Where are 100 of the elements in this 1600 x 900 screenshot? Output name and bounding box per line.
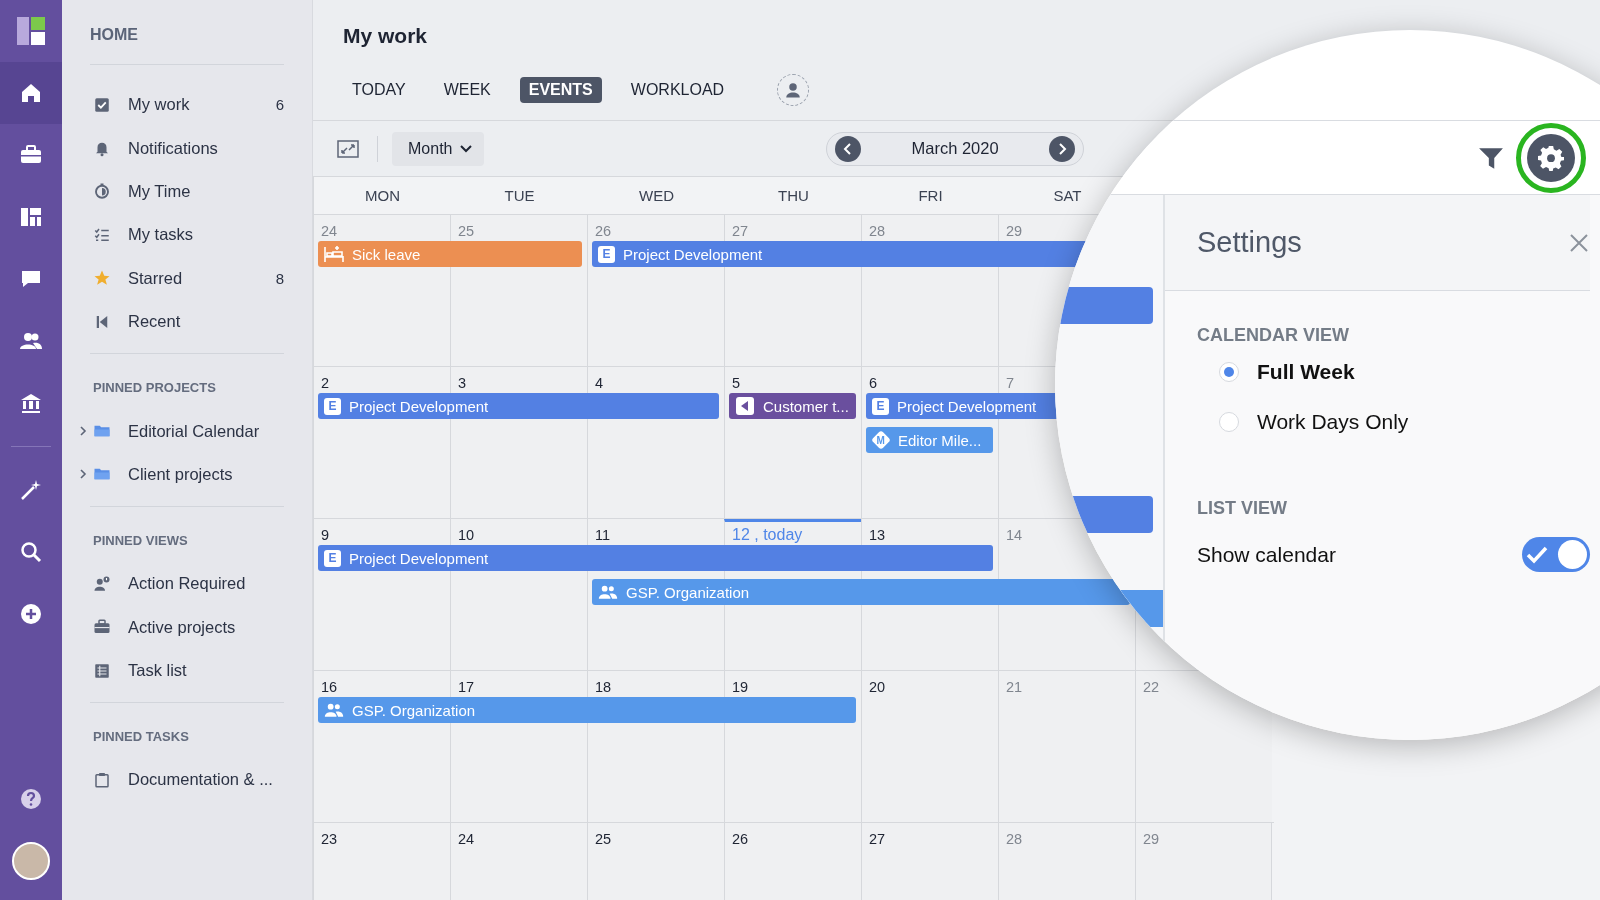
day-number: 28: [1006, 831, 1023, 847]
item-label: Starred: [128, 268, 184, 288]
item-label: Action Required: [128, 574, 247, 594]
radio-label: Full Week: [1257, 360, 1355, 384]
day-number: 29: [1006, 223, 1023, 239]
view-tab[interactable]: EVENTS: [519, 77, 602, 103]
weekday-header: TUE: [503, 186, 536, 206]
item-label: Task list: [128, 661, 188, 681]
toggle-switch[interactable]: [1522, 537, 1590, 572]
search-icon: [19, 540, 43, 564]
home-icon: [19, 81, 43, 105]
sidebar-item[interactable]: Task list: [90, 648, 284, 693]
chevron-icon[interactable]: [78, 426, 88, 437]
rail-home-button[interactable]: [0, 62, 62, 124]
event-badge: E: [324, 549, 341, 567]
user-avatar[interactable]: [12, 842, 50, 880]
view-tab[interactable]: TODAY: [343, 77, 415, 103]
sidebar-item[interactable]: Documentation & ...: [90, 758, 284, 802]
people-icon: [324, 701, 344, 719]
settings-section-heading: CALENDAR VIEW: [1197, 325, 1350, 346]
view-dropdown[interactable]: Month: [392, 131, 485, 166]
day-number: 24: [321, 223, 338, 239]
expand-icon[interactable]: [337, 137, 359, 160]
day-number: 9: [321, 527, 330, 543]
item-label: Client projects: [128, 464, 234, 484]
event-badge: E: [872, 397, 889, 415]
view-tab[interactable]: WEEK: [434, 77, 500, 103]
day-number: 27: [869, 831, 886, 847]
item-label: Active projects: [128, 617, 237, 637]
weekday-header: SAT: [1052, 186, 1083, 206]
day-number: 26: [732, 831, 749, 847]
section-heading: PINNED VIEWS: [92, 532, 189, 551]
day-number: 13: [869, 527, 886, 543]
event-bar[interactable]: E Project Development: [318, 545, 993, 571]
sidebar-item[interactable]: My work 6: [90, 83, 284, 127]
sidebar-item[interactable]: Client projects: [90, 452, 284, 497]
settings-title: Settings: [1197, 226, 1302, 259]
chevron-icon[interactable]: [78, 469, 88, 480]
day-number: 5: [732, 375, 741, 391]
sidebar-title: HOME: [90, 0, 284, 65]
event-bar[interactable]: E Project Development: [318, 393, 719, 419]
view-tab[interactable]: WORKLOAD: [621, 77, 734, 103]
day-number: 18: [595, 679, 612, 695]
checkbox-icon: [93, 95, 111, 114]
close-button[interactable]: [1568, 231, 1590, 254]
event-bar[interactable]: Customer t...: [729, 393, 856, 419]
weekday-header: THU: [777, 186, 810, 206]
day-number: 28: [869, 223, 886, 239]
day-number: 2: [321, 375, 330, 391]
period-label: March 2020: [911, 139, 999, 158]
day-number: 20: [869, 679, 886, 695]
settings-button[interactable]: [1527, 133, 1575, 182]
day-number: 19: [732, 679, 749, 695]
close-icon: [1568, 231, 1590, 254]
day-number: 27: [732, 223, 749, 239]
item-label: Recent: [128, 312, 182, 332]
stopwatch-icon: [93, 182, 111, 201]
flag-icon: [735, 397, 755, 415]
day-number: 12 , today: [732, 526, 803, 544]
weekday-header: WED: [638, 186, 675, 206]
sidebar-item[interactable]: Recent: [90, 299, 284, 344]
day-number: 29: [1143, 831, 1160, 847]
section-heading: PINNED TASKS: [92, 728, 190, 747]
previous-button[interactable]: [835, 135, 862, 162]
chevron-left-icon: [843, 142, 854, 155]
item-label: Documentation & ...: [128, 770, 274, 790]
item-label: My tasks: [128, 225, 195, 245]
sidebar-item[interactable]: Action Required: [90, 562, 284, 606]
weekday-header: FRI: [917, 186, 944, 206]
day-number: 23: [321, 831, 338, 847]
item-label: My work: [128, 95, 191, 115]
sidebar-item[interactable]: Editorial Calendar: [90, 409, 284, 453]
sidebar-item[interactable]: Active projects: [90, 605, 284, 649]
day-number: 21: [1006, 679, 1023, 695]
logo-icon[interactable]: [17, 17, 45, 45]
item-count: 8: [275, 269, 284, 287]
day-number: 22: [1143, 679, 1160, 695]
radio-button[interactable]: [1219, 362, 1239, 382]
sidebar-item[interactable]: My Time: [90, 169, 284, 214]
board-icon: [19, 205, 43, 229]
day-number: 11: [595, 527, 611, 543]
day-number: 25: [595, 831, 612, 847]
radio-button[interactable]: [1219, 412, 1239, 432]
item-count: 6: [275, 96, 284, 114]
day-number: 7: [1006, 375, 1015, 391]
caret-icon: [460, 144, 473, 153]
person-icon: [784, 81, 803, 99]
sidebar-item[interactable]: Notifications: [90, 126, 284, 170]
item-label: My Time: [128, 181, 192, 201]
sidebar-item[interactable]: My tasks: [90, 213, 284, 257]
day-number: 24: [458, 831, 475, 847]
sidebar-item[interactable]: Starred 8: [90, 256, 284, 300]
check-icon: [1525, 544, 1549, 565]
item-label: Notifications: [128, 138, 219, 158]
next-button[interactable]: [1048, 135, 1075, 162]
day-number: 3: [458, 375, 467, 391]
day-number: 10: [458, 527, 475, 543]
bank-icon: [19, 391, 43, 415]
people-icon: [598, 583, 618, 601]
help-icon: [19, 787, 43, 811]
